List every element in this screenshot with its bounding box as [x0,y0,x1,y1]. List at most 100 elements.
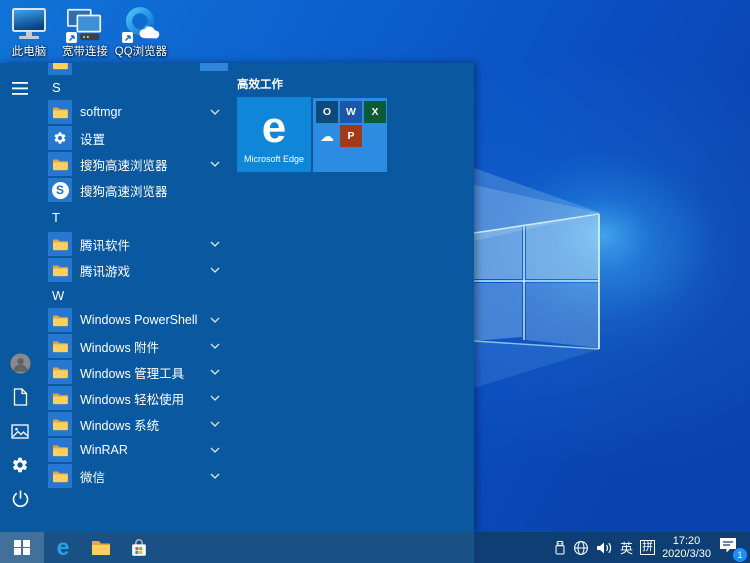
screen: 此电脑 宽带连接 [0,0,750,563]
folder-icon [48,232,72,256]
power-button[interactable] [0,482,40,516]
folder-icon [91,539,111,556]
this-pc-icon [9,6,49,43]
ime-indicator[interactable]: 拼 [640,540,655,555]
tile-excel[interactable]: X [364,101,386,123]
pictures-button[interactable] [0,414,40,448]
folder-icon [48,412,72,436]
action-center-button[interactable]: 1 [718,536,744,560]
app-list-item-settings[interactable]: 设置 [48,125,226,151]
clock-date: 2020/3/30 [662,548,711,561]
app-list-item-sogou-browser[interactable]: S 搜狗高速浏览器 [48,177,226,203]
windows-logo-icon [14,540,30,556]
system-tray: 英 拼 17:20 2020/3/30 1 [554,532,750,563]
folder-icon [48,100,72,124]
chevron-down-icon[interactable] [210,241,220,247]
taskbar-store-button[interactable] [120,532,158,563]
start-menu: S softmgr 设置 搜狗高速浏览器 S 搜狗高速浏览器 [0,63,474,532]
start-menu-rail [0,63,40,532]
folder-icon [48,152,72,176]
user-avatar-icon [10,353,31,374]
taskbar-clock[interactable]: 17:20 2020/3/30 [662,535,711,561]
folder-icon [48,308,72,332]
expand-menu-button[interactable] [0,71,40,105]
chevron-down-icon[interactable] [210,161,220,167]
volume-icon[interactable] [596,541,613,555]
tile-outlook[interactable]: O [316,101,338,123]
small-tile-group: O W X ☁ P [313,98,387,172]
documents-button[interactable] [0,380,40,414]
app-list-item-sogou-folder[interactable]: 搜狗高速浏览器 [48,151,226,177]
section-letter-T[interactable]: T [48,203,226,231]
chevron-down-icon[interactable] [210,447,220,453]
edge-icon: e [57,536,70,559]
chevron-down-icon[interactable] [210,395,220,401]
tile-label: Microsoft Edge [244,154,304,164]
chevron-down-icon[interactable] [210,343,220,349]
taskbar-file-explorer-button[interactable] [82,532,120,563]
chevron-down-icon[interactable] [210,369,220,375]
network-icon[interactable] [573,540,589,556]
desktop-icon-label: QQ浏览器 [115,46,167,58]
tile-onedrive[interactable]: ☁ [316,125,338,147]
section-letter-S[interactable]: S [48,75,226,99]
document-icon [13,388,28,406]
app-list-item-softmgr[interactable]: softmgr [48,99,226,125]
taskbar-edge-button[interactable]: e [44,532,82,563]
desktop-icon-label: 此电脑 [12,46,47,58]
app-list-item-windows-admin-tools[interactable]: Windows 管理工具 [48,359,226,385]
chevron-down-icon[interactable] [210,267,220,273]
taskbar-left: e [0,532,158,563]
desktop-icon-this-pc[interactable]: 此电脑 [0,6,58,58]
tile-group-title[interactable]: 高效工作 [237,76,283,92]
shortcut-arrow-icon [122,32,133,43]
power-icon [12,490,29,508]
desktop-icon-label: 宽带连接 [62,46,108,58]
chevron-down-icon[interactable] [210,421,220,427]
folder-icon [48,386,72,410]
folder-icon [48,334,72,358]
tile-powerpoint[interactable]: P [340,125,362,147]
store-icon [129,538,149,558]
app-list-item-tencent-games[interactable]: 腾讯游戏 [48,257,226,283]
qq-browser-icon [121,6,161,43]
folder-icon [48,438,72,462]
tile-microsoft-edge[interactable]: e Microsoft Edge [237,97,311,172]
clock-time: 17:20 [662,535,711,548]
settings-button[interactable] [0,448,40,482]
desktop-icon-qq-browser[interactable]: QQ浏览器 [112,6,170,58]
tile-word[interactable]: W [340,101,362,123]
edge-logo: e [262,108,286,148]
app-list-item-partial[interactable] [48,63,226,75]
settings-gear-icon [48,126,72,150]
app-list-item-windows-system[interactable]: Windows 系统 [48,411,226,437]
taskbar: e [0,532,750,563]
notification-badge: 1 [733,548,747,562]
user-account-button[interactable] [0,346,40,380]
folder-icon [48,258,72,282]
desktop-icon-broadband[interactable]: 宽带连接 [56,6,114,58]
language-indicator[interactable]: 英 [620,538,633,557]
folder-icon [48,464,72,488]
chevron-down-icon[interactable] [210,317,220,323]
hamburger-icon [12,82,28,95]
broadband-connection-icon [65,6,105,43]
app-list-item-windows-accessories[interactable]: Windows 附件 [48,333,226,359]
usb-icon[interactable] [554,540,566,556]
gear-icon [11,456,29,474]
sogou-browser-icon: S [48,178,72,202]
app-list-item-winrar[interactable]: WinRAR [48,437,226,463]
app-list-item-powershell[interactable]: Windows PowerShell [48,307,226,333]
chevron-down-icon[interactable] [210,109,220,115]
shortcut-arrow-icon [66,32,77,43]
chevron-down-icon[interactable] [210,473,220,479]
start-button[interactable] [0,532,44,563]
folder-icon [48,360,72,384]
app-list: S softmgr 设置 搜狗高速浏览器 S 搜狗高速浏览器 [48,63,226,489]
folder-icon [48,63,72,75]
app-list-item-windows-ease-of-access[interactable]: Windows 轻松使用 [48,385,226,411]
app-list-item-wechat[interactable]: 微信 [48,463,226,489]
section-letter-W[interactable]: W [48,283,226,307]
pictures-icon [11,424,29,439]
app-list-item-tencent-software[interactable]: 腾讯软件 [48,231,226,257]
